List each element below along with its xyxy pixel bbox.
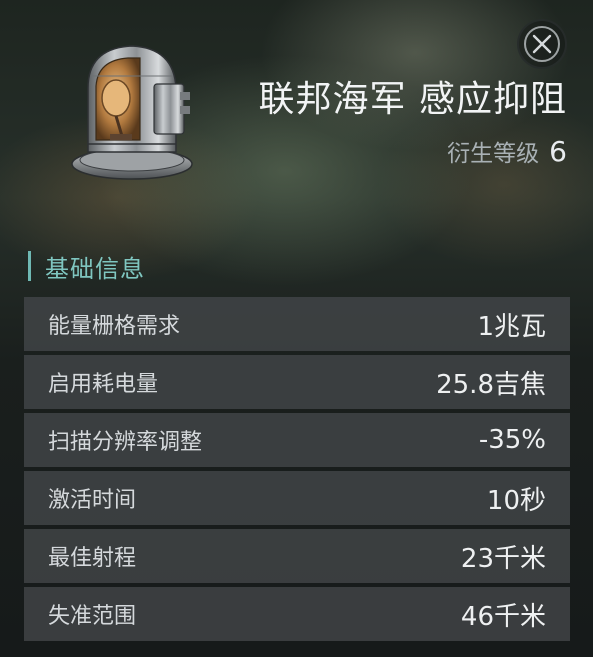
attribute-row-activation-time: 激活时间 10秒 (24, 471, 570, 525)
attribute-value: 23千米 (460, 543, 546, 574)
attribute-label: 扫描分辨率调整 (48, 430, 203, 455)
attribute-label: 启用耗电量 (48, 372, 159, 397)
module-name: 联邦海军 感应抑阻 (258, 79, 567, 120)
attribute-label: 能量栅格需求 (48, 314, 181, 339)
attribute-value: 10秒 (486, 485, 546, 516)
meta-level-value: 6 (549, 135, 567, 168)
attribute-label: 失准范围 (48, 604, 137, 629)
meta-level: 衍生等级 6 (447, 134, 567, 168)
attribute-label: 最佳射程 (48, 546, 137, 571)
attribute-label: 激活时间 (48, 488, 137, 513)
attribute-row-activation-cost: 启用耗电量 25.8吉焦 (24, 355, 570, 409)
section-title: 基础信息 (45, 254, 145, 283)
attribute-value: 25.8吉焦 (436, 369, 546, 400)
attribute-list: 能量栅格需求 1兆瓦 启用耗电量 25.8吉焦 扫描分辨率调整 -35% 激活时… (24, 297, 570, 645)
close-icon (532, 34, 552, 54)
section-header-basic-info: 基础信息 (28, 250, 145, 283)
close-button[interactable] (517, 19, 567, 69)
attribute-row-falloff: 失准范围 46千米 (24, 587, 570, 641)
attribute-value: -35% (478, 425, 546, 455)
attribute-value: 46千米 (460, 601, 546, 632)
item-info-panel: 联邦海军 感应抑阻 衍生等级 6 基础信息 能量栅格需求 1兆瓦 启用耗电量 2… (0, 0, 593, 657)
meta-level-label: 衍生等级 (447, 141, 540, 167)
attribute-value: 1兆瓦 (477, 311, 546, 342)
attribute-row-optimal-range: 最佳射程 23千米 (24, 529, 570, 583)
attribute-row-scan-resolution: 扫描分辨率调整 -35% (24, 413, 570, 467)
sensor-dampener-dome-icon (71, 45, 193, 180)
section-accent-bar (28, 251, 31, 281)
attribute-row-powergrid: 能量栅格需求 1兆瓦 (24, 297, 570, 351)
